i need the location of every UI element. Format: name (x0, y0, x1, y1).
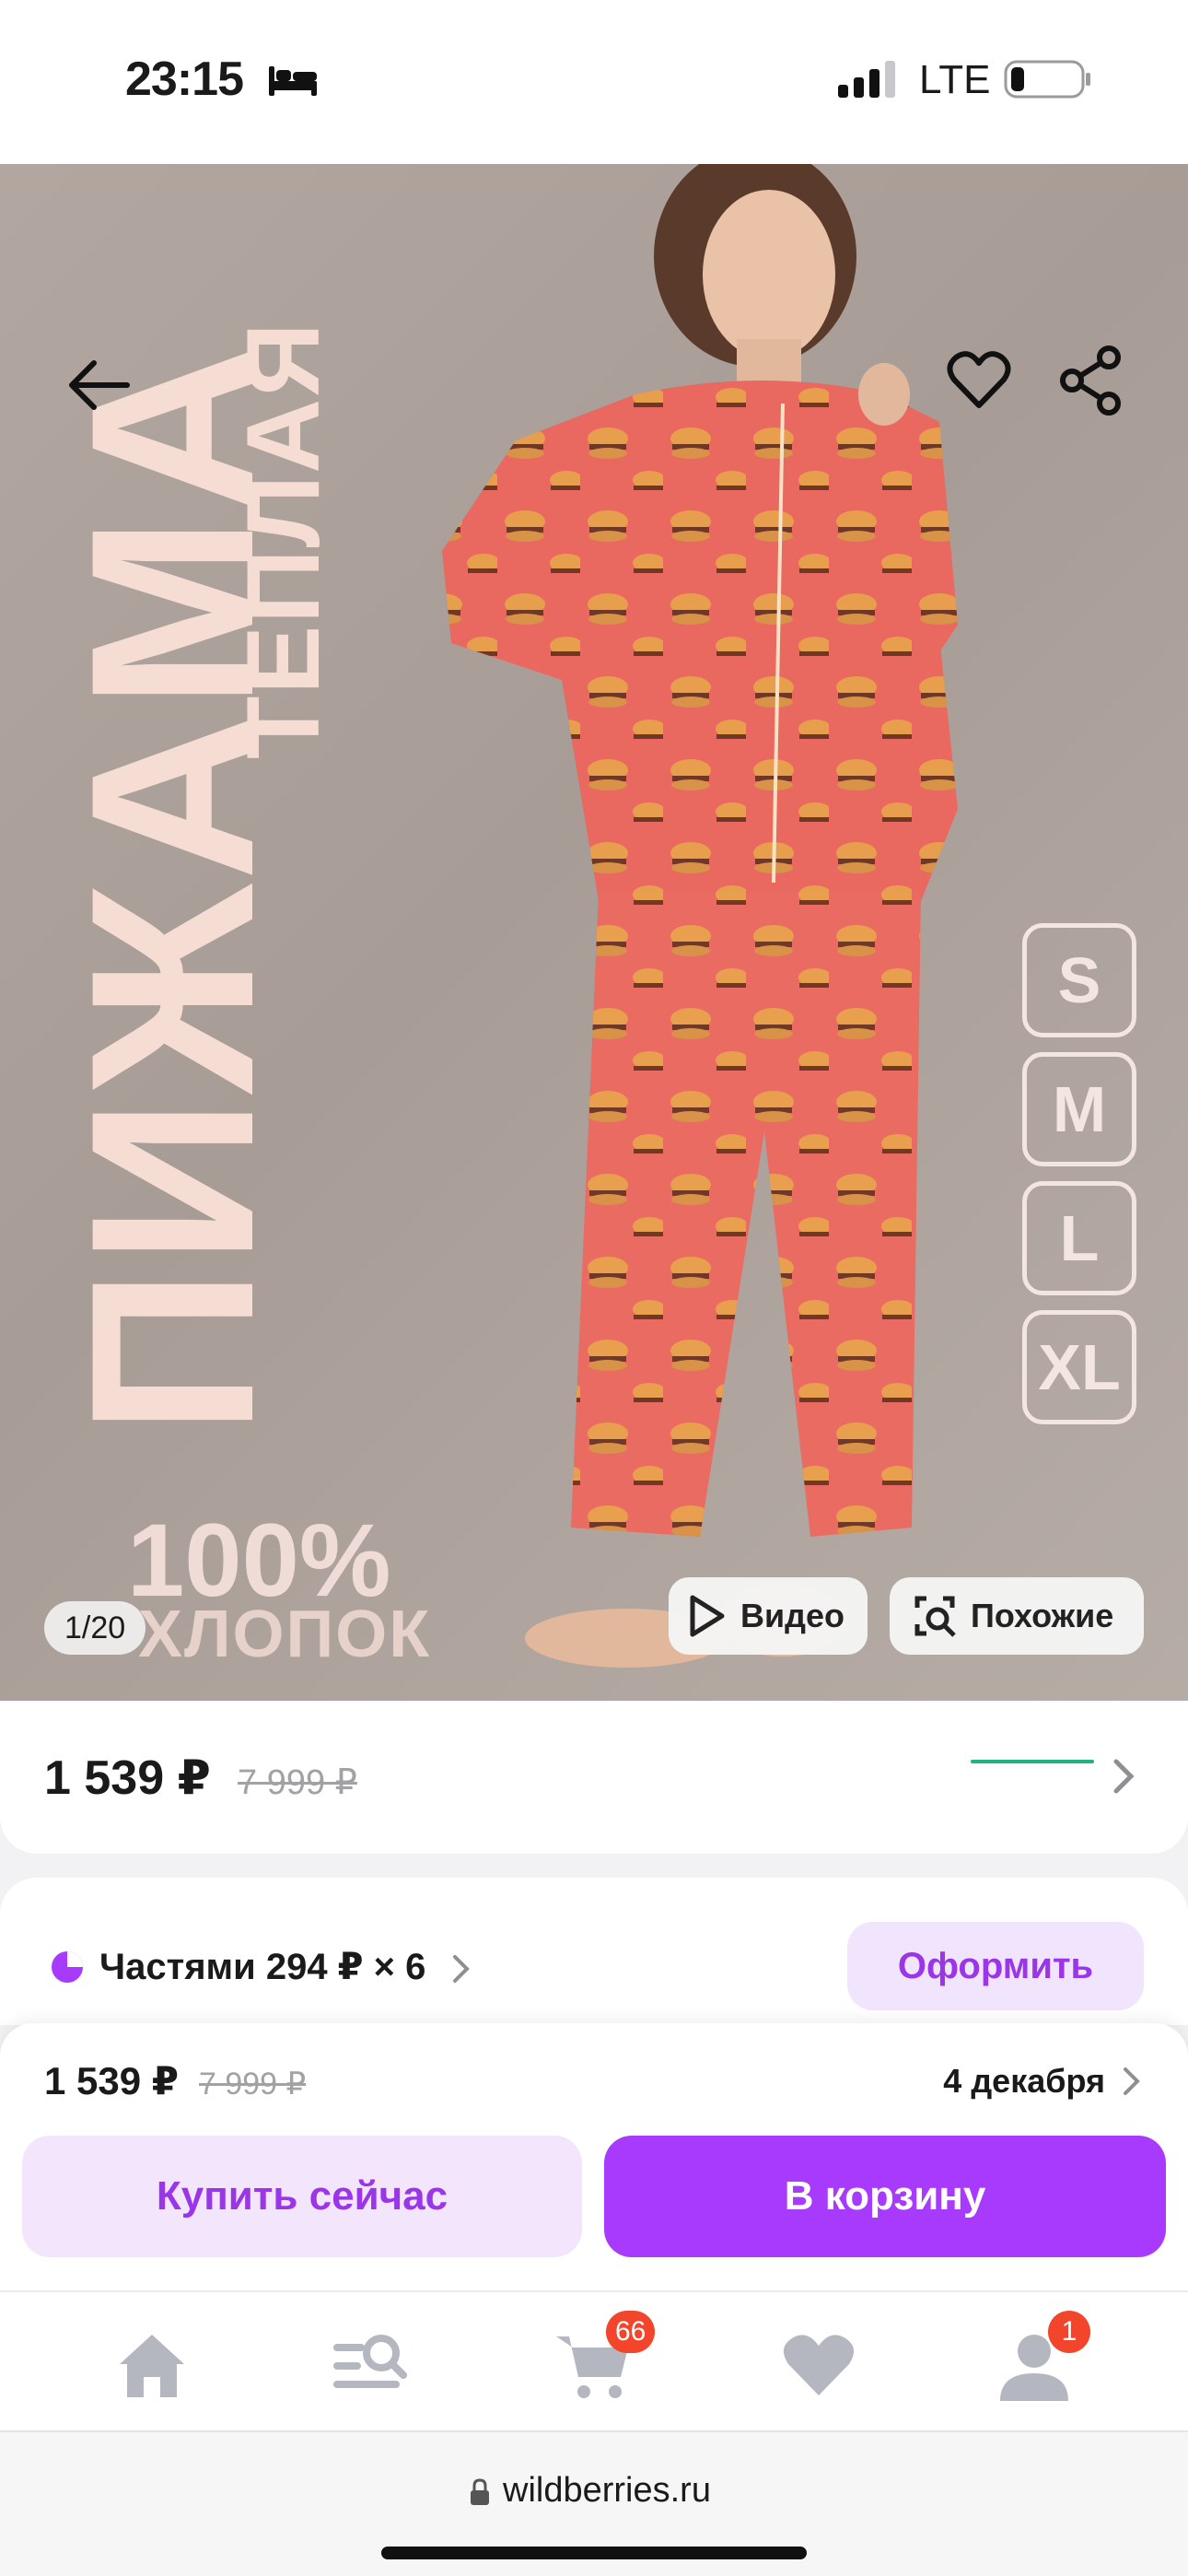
tab-catalog[interactable] (328, 2324, 411, 2406)
sheet-current-price: 1 539 ₽ (44, 2059, 179, 2102)
buy-now-button[interactable]: Купить сейчас (22, 2136, 582, 2257)
gallery-page-counter: 1/20 (44, 1601, 146, 1655)
old-price: 7 999 ₽ (238, 1763, 357, 1802)
profile-badge: 1 (1048, 2311, 1090, 2353)
add-to-cart-button[interactable]: В корзину (604, 2136, 1166, 2257)
size-badge-s: S (1022, 923, 1136, 1037)
pie-chart-icon (52, 1951, 83, 1983)
size-badge-l: L (1022, 1181, 1136, 1295)
status-time: 23:15 (125, 53, 244, 106)
home-icon (120, 2335, 184, 2397)
back-arrow-icon[interactable] (63, 348, 136, 422)
lock-icon (471, 2478, 489, 2505)
size-badge-m: M (1022, 1052, 1136, 1166)
tab-favorites[interactable] (777, 2324, 860, 2406)
share-icon[interactable] (1059, 345, 1124, 416)
price-indicator-line (971, 1760, 1094, 1763)
url-text[interactable]: wildberries.ru (503, 2471, 711, 2511)
play-icon (690, 1595, 725, 1637)
sheet-old-price: 7 999 ₽ (199, 2067, 307, 2102)
chevron-right-icon[interactable] (1112, 1758, 1135, 1795)
size-badge-xl: XL (1022, 1310, 1136, 1424)
chevron-right-icon[interactable] (1122, 2066, 1142, 2097)
delivery-date[interactable]: 4 декабря (943, 2062, 1105, 2101)
hero-subtitle: ТЕПЛАЯ (226, 321, 341, 759)
status-bar: 23:15 LTE (0, 0, 1188, 164)
heart-icon (783, 2335, 855, 2395)
chevron-right-icon[interactable] (451, 1953, 472, 1985)
video-button[interactable]: Видео (669, 1577, 868, 1655)
similar-label: Похожие (971, 1597, 1114, 1634)
battery-icon (1004, 60, 1090, 99)
image-search-icon (914, 1596, 956, 1637)
cotton-word: ХЛОПОК (138, 1598, 432, 1671)
signal-icon (838, 61, 895, 98)
home-indicator (381, 2547, 807, 2559)
installments-text[interactable]: Частями 294 ₽ × 6 (99, 1946, 425, 1988)
current-price: 1 539 ₽ (44, 1751, 211, 1805)
tab-cart[interactable]: 66 (553, 2311, 656, 2406)
tab-home[interactable] (111, 2324, 193, 2406)
similar-button[interactable]: Похожие (890, 1577, 1144, 1655)
cart-badge: 66 (606, 2311, 656, 2353)
catalog-search-icon (333, 2335, 407, 2388)
heart-icon[interactable] (943, 345, 1015, 416)
video-label: Видео (740, 1597, 844, 1634)
bottom-tab-bar: 66 1 (0, 2290, 1188, 2430)
price-card[interactable]: 1 539 ₽ 7 999 ₽ (0, 1701, 1188, 1854)
tab-profile[interactable]: 1 (993, 2311, 1090, 2406)
bed-icon (269, 66, 317, 96)
installments-checkout-button[interactable]: Оформить (847, 1922, 1144, 2010)
product-gallery[interactable]: ПИЖАМА ТЕПЛАЯ 100% ХЛОПОК S M L XL 1/20 … (0, 164, 1188, 1701)
browser-address-bar[interactable]: wildberries.ru (0, 2430, 1188, 2576)
installments-card: Частями 294 ₽ × 6 Оформить (0, 1878, 1188, 2025)
network-label: LTE (919, 57, 991, 102)
purchase-sheet: 1 539 ₽ 7 999 ₽ 4 декабря Купить сейчас … (0, 2023, 1188, 2290)
